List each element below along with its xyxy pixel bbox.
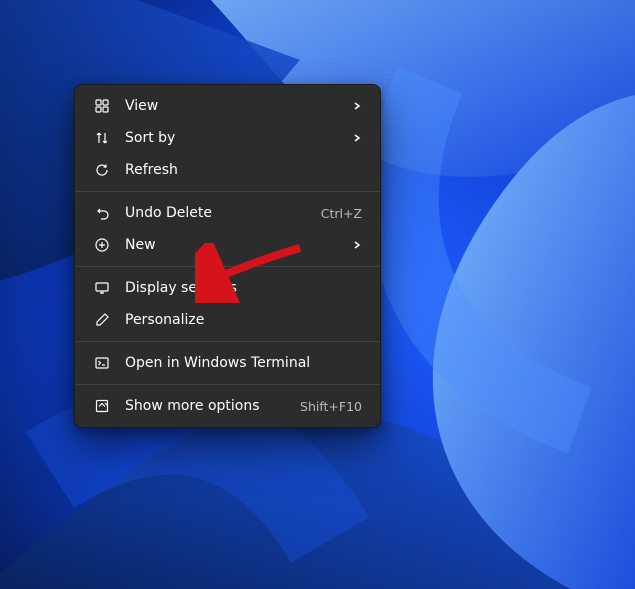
menu-item-sort[interactable]: Sort by bbox=[79, 122, 376, 154]
menu-item-label: New bbox=[125, 237, 344, 253]
menu-item-more[interactable]: Show more options Shift+F10 bbox=[79, 390, 376, 422]
menu-item-new[interactable]: New bbox=[79, 229, 376, 261]
menu-item-refresh[interactable]: Refresh bbox=[79, 154, 376, 186]
menu-item-accelerator: Shift+F10 bbox=[300, 399, 362, 414]
menu-separator bbox=[75, 191, 380, 192]
menu-item-label: Undo Delete bbox=[125, 205, 313, 221]
menu-item-personalize[interactable]: Personalize bbox=[79, 304, 376, 336]
menu-separator bbox=[75, 266, 380, 267]
menu-item-label: Open in Windows Terminal bbox=[125, 355, 362, 371]
display-icon bbox=[93, 279, 111, 297]
view-icon bbox=[93, 97, 111, 115]
chevron-right-icon bbox=[352, 240, 362, 250]
menu-item-label: Personalize bbox=[125, 312, 362, 328]
chevron-right-icon bbox=[352, 133, 362, 143]
menu-separator bbox=[75, 384, 380, 385]
menu-item-view[interactable]: View bbox=[79, 90, 376, 122]
terminal-icon bbox=[93, 354, 111, 372]
menu-item-undo[interactable]: Undo Delete Ctrl+Z bbox=[79, 197, 376, 229]
menu-item-terminal[interactable]: Open in Windows Terminal bbox=[79, 347, 376, 379]
menu-item-label: Sort by bbox=[125, 130, 344, 146]
menu-item-label: Display settings bbox=[125, 280, 362, 296]
menu-separator bbox=[75, 341, 380, 342]
more-icon bbox=[93, 397, 111, 415]
menu-item-label: Refresh bbox=[125, 162, 362, 178]
chevron-right-icon bbox=[352, 101, 362, 111]
desktop-context-menu: View Sort by Refresh Undo Delete Ctrl+Z New Di… bbox=[74, 84, 381, 428]
menu-item-display[interactable]: Display settings bbox=[79, 272, 376, 304]
new-icon bbox=[93, 236, 111, 254]
sort-icon bbox=[93, 129, 111, 147]
menu-item-accelerator: Ctrl+Z bbox=[321, 206, 362, 221]
personalize-icon bbox=[93, 311, 111, 329]
menu-item-label: View bbox=[125, 98, 344, 114]
menu-item-label: Show more options bbox=[125, 398, 292, 414]
refresh-icon bbox=[93, 161, 111, 179]
undo-icon bbox=[93, 204, 111, 222]
